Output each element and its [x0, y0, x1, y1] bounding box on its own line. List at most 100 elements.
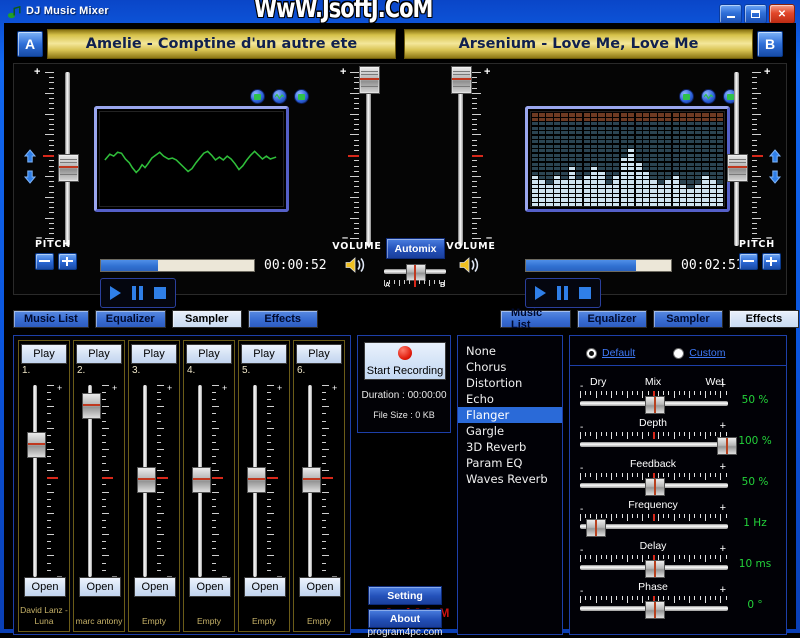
deck-a-volume-slider[interactable]: + – VOLUME [332, 64, 394, 274]
tab-sampler[interactable]: Sampler [171, 310, 242, 328]
sampler-open-button-3[interactable]: Open [134, 577, 176, 597]
deck-a-display[interactable] [94, 106, 289, 212]
deck-b-stop-icon[interactable] [579, 287, 591, 299]
effect-param-phase: Phase - +0 ° [578, 581, 780, 622]
deck-b-badge[interactable]: B [757, 31, 783, 57]
tab-equalizer[interactable]: Equalizer [94, 310, 166, 328]
sampler-fader-1[interactable]: + – [19, 381, 69, 581]
deck-a-stop-icon[interactable] [154, 287, 166, 299]
deck-b-pitch-plus-button[interactable] [762, 253, 781, 270]
effect-item-echo[interactable]: Echo [458, 391, 562, 407]
deck-a-pitch-knob[interactable] [58, 154, 79, 182]
pitch-down-icon[interactable] [23, 170, 37, 184]
sampler-fader-5[interactable]: + – [239, 381, 289, 581]
sampler-track-label-6: Empty [306, 616, 332, 626]
deck-a-pause-icon[interactable] [132, 286, 143, 300]
param-knob-feedback[interactable] [645, 478, 665, 496]
crossfader-knob[interactable] [406, 264, 426, 281]
radio-default-icon[interactable] [586, 347, 597, 359]
minimize-button[interactable] [719, 4, 742, 24]
deck-a-pitch-slider[interactable]: + – PITCH [22, 64, 84, 274]
sampler-channel-number-3: 3. [132, 365, 141, 376]
effect-item-waves-reverb[interactable]: Waves Reverb [458, 471, 562, 487]
sampler-open-button-1[interactable]: Open [24, 577, 66, 597]
deck-a-volume-knob[interactable] [359, 66, 380, 94]
setting-button[interactable]: Setting [368, 586, 442, 605]
effect-mode-default[interactable]: Default [586, 347, 635, 359]
deck-b-progress-bar[interactable] [525, 258, 672, 272]
sampler-fader-knob-3[interactable] [137, 467, 156, 494]
deck-b-display-mode-1-icon[interactable] [679, 89, 694, 104]
deck-b-display-mode-2-icon[interactable] [701, 89, 716, 104]
deck-a-pitch-minus-button[interactable] [35, 253, 54, 270]
sampler-play-button-3[interactable]: Play [131, 344, 177, 364]
deck-a-pitch-plus-button[interactable] [58, 253, 77, 270]
effect-item-chorus[interactable]: Chorus [458, 359, 562, 375]
deck-a-display-mode-1-icon[interactable] [250, 89, 265, 104]
deck-b-pitch-knob[interactable] [727, 154, 748, 182]
deck-b-volume-slider[interactable]: + – VOLUME [436, 64, 498, 274]
deck-a-view-buttons[interactable] [250, 89, 309, 104]
deck-a-display-mode-2-icon[interactable] [272, 89, 287, 104]
effect-item-distortion[interactable]: Distortion [458, 375, 562, 391]
crossfader-a-label: A [385, 282, 391, 289]
tab-music-list[interactable]: Music List [13, 310, 89, 328]
deck-b-pause-icon[interactable] [557, 286, 568, 300]
sampler-fader-knob-1[interactable] [27, 432, 46, 459]
param-knob-mix[interactable] [645, 396, 665, 414]
effect-item-flanger[interactable]: Flanger [458, 407, 562, 423]
param-knob-delay[interactable] [645, 560, 665, 578]
sampler-fader-3[interactable]: + – [129, 381, 179, 581]
tab-music-list[interactable]: Music List [500, 307, 571, 331]
param-knob-frequency[interactable] [585, 519, 606, 537]
sampler-fader-knob-2[interactable] [82, 393, 101, 420]
tab-effects[interactable]: Effects [728, 310, 799, 328]
effects-list[interactable]: None Chorus Distortion Echo Flanger Gargle 3D … [457, 335, 563, 635]
param-plus-phase: + [719, 584, 726, 596]
sampler-fader-knob-5[interactable] [247, 467, 266, 494]
tab-equalizer[interactable]: Equalizer [576, 310, 647, 328]
deck-a-play-icon[interactable] [110, 286, 121, 300]
deck-b-play-icon[interactable] [535, 286, 546, 300]
sampler-play-button-6[interactable]: Play [296, 344, 342, 364]
effect-item-none[interactable]: None [458, 343, 562, 359]
sampler-open-button-5[interactable]: Open [244, 577, 286, 597]
deck-a-speaker-icon[interactable] [344, 256, 370, 274]
deck-b-pitch-slider[interactable]: + – PITCH [720, 64, 782, 274]
deck-b-volume-knob[interactable] [451, 66, 472, 94]
effect-item-gargle[interactable]: Gargle [458, 423, 562, 439]
maximize-button[interactable] [744, 4, 767, 24]
sampler-play-button-2[interactable]: Play [76, 344, 122, 364]
sampler-open-button-4[interactable]: Open [189, 577, 231, 597]
tab-sampler[interactable]: Sampler [652, 310, 723, 328]
sampler-open-button-6[interactable]: Open [299, 577, 341, 597]
sampler-play-button-5[interactable]: Play [241, 344, 287, 364]
effect-item-param-eq[interactable]: Param EQ [458, 455, 562, 471]
about-button[interactable]: About [368, 609, 442, 628]
pitch-up-icon[interactable] [768, 149, 782, 163]
pitch-up-icon[interactable] [23, 149, 37, 163]
sampler-fader-6[interactable]: + – [294, 381, 344, 581]
sampler-fader-4[interactable]: + – [184, 381, 234, 581]
close-button[interactable]: ✕ [769, 4, 795, 24]
sampler-open-button-2[interactable]: Open [79, 577, 121, 597]
effect-mode-custom[interactable]: Custom [673, 347, 725, 359]
tab-effects[interactable]: Effects [247, 310, 318, 328]
sampler-fader-2[interactable]: + – [74, 381, 124, 581]
param-knob-phase[interactable] [645, 601, 665, 619]
sampler-play-button-4[interactable]: Play [186, 344, 232, 364]
pitch-down-icon[interactable] [768, 170, 782, 184]
sampler-channel-6: Play 6. + – Open Empty [293, 340, 345, 632]
sampler-fader-knob-4[interactable] [192, 467, 211, 494]
deck-b-display[interactable] [525, 106, 730, 212]
sampler-fader-knob-6[interactable] [302, 467, 321, 494]
deck-b-pitch-minus-button[interactable] [739, 253, 758, 270]
deck-a-progress-bar[interactable] [100, 258, 255, 272]
start-recording-button[interactable]: Start Recording [364, 342, 446, 380]
effect-item-3d-reverb[interactable]: 3D Reverb [458, 439, 562, 455]
sampler-play-button-1[interactable]: Play [21, 344, 67, 364]
deck-b-speaker-icon[interactable] [458, 256, 484, 274]
deck-a-display-mode-3-icon[interactable] [294, 89, 309, 104]
radio-custom-icon[interactable] [673, 347, 685, 359]
deck-a-badge[interactable]: A [17, 31, 43, 57]
